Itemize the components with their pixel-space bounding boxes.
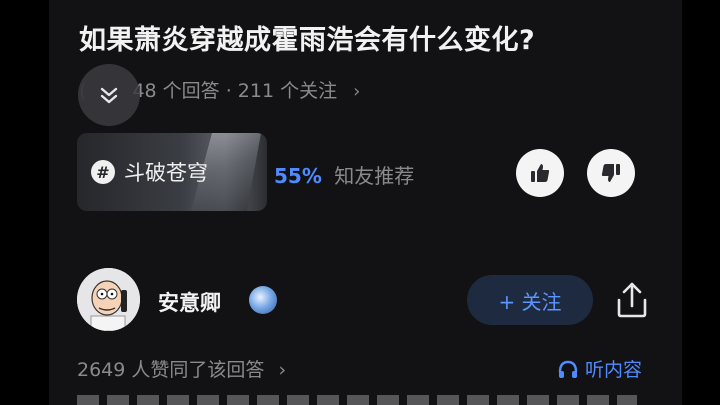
- recommend-stat: 55% 知友推荐: [274, 160, 414, 189]
- chevron-right-icon: ›: [278, 359, 287, 381]
- downvote-button[interactable]: [587, 149, 635, 197]
- recommend-label: 知友推荐: [334, 164, 415, 188]
- avatar-illustration: [77, 268, 140, 331]
- answer-page: 如果萧炎穿越成霍雨浩会有什么变化? ( 48 个回答 · 211 个关注 › #…: [49, 0, 682, 405]
- answer-text-preview: [77, 395, 637, 405]
- share-icon: [617, 282, 647, 318]
- listen-label: 听内容: [585, 359, 643, 381]
- topic-tag: # 斗破苍穹: [91, 157, 208, 187]
- thumbs-up-icon: [531, 164, 550, 182]
- thumbs-down-icon: [601, 164, 620, 182]
- collapse-button[interactable]: [78, 64, 140, 126]
- meta-stats: 48 个回答 · 211 个关注: [132, 80, 338, 102]
- question-title[interactable]: 如果萧炎穿越成霍雨浩会有什么变化?: [79, 18, 535, 57]
- topic-name: 斗破苍穹: [124, 161, 208, 185]
- author-name[interactable]: 安意卿: [158, 287, 221, 317]
- author-badge-icon: [249, 286, 277, 314]
- chevron-right-icon: ›: [353, 81, 361, 102]
- recommend-percent: 55%: [274, 164, 322, 188]
- hashtag-icon: #: [91, 160, 115, 184]
- likes-count[interactable]: 2649 人赞同了该回答 ›: [77, 355, 286, 382]
- share-button[interactable]: [615, 280, 649, 320]
- listen-button[interactable]: 听内容: [557, 355, 642, 382]
- headphones-icon: [558, 360, 578, 378]
- upvote-button[interactable]: [516, 149, 564, 197]
- topic-card[interactable]: # 斗破苍穹: [77, 133, 267, 211]
- likes-text: 2649 人赞同了该回答: [77, 359, 265, 381]
- follow-button[interactable]: + 关注: [467, 275, 593, 325]
- chevron-double-down-icon: [100, 87, 118, 104]
- author-avatar[interactable]: [77, 268, 140, 331]
